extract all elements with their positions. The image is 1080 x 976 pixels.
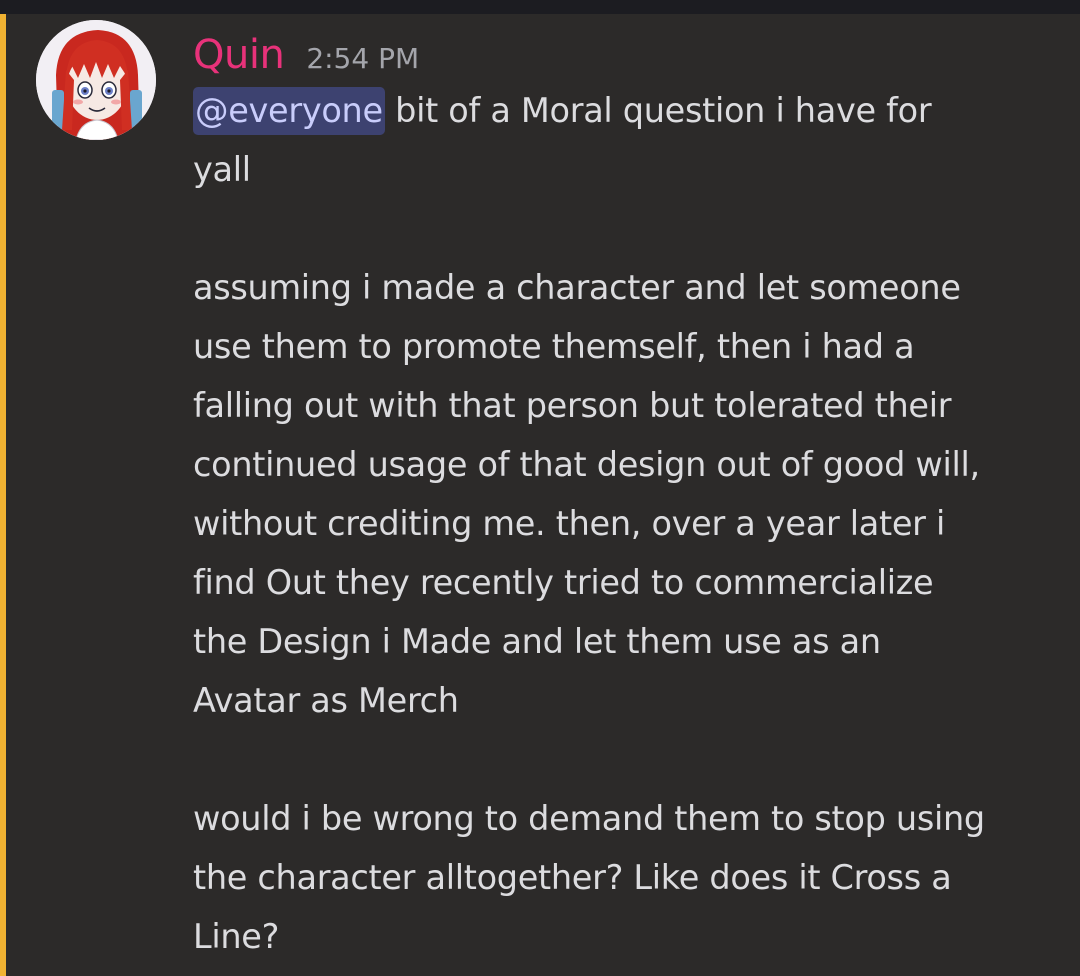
- mention-highlight-bar: [0, 14, 6, 976]
- message-line: assuming i made a character and let some…: [193, 268, 961, 307]
- message-line: Avatar as Merch: [193, 681, 459, 720]
- message-line: without crediting me. then, over a year …: [193, 504, 945, 543]
- message-content: @everyone bit of a Moral question i have…: [193, 81, 1058, 966]
- author-name[interactable]: Quin: [193, 32, 285, 78]
- message-line: Line?: [193, 917, 280, 956]
- message-line: use them to promote themself, then i had…: [193, 327, 915, 366]
- chat-view: Quin 2:54 PM @everyone bit of a Moral qu…: [0, 0, 1080, 976]
- avatar-illustration-icon: [36, 20, 156, 140]
- message-line: the character alltogether? Like does it …: [193, 858, 952, 897]
- everyone-mention[interactable]: @everyone: [193, 87, 385, 135]
- message-line: @everyone bit of a Moral question i have…: [193, 81, 1058, 140]
- message-line: continued usage of that design out of go…: [193, 445, 980, 484]
- user-avatar[interactable]: [36, 20, 156, 140]
- message-line: falling out with that person but tolerat…: [193, 386, 952, 425]
- message-line: would i be wrong to demand them to stop …: [193, 799, 985, 838]
- message-line: yall: [193, 150, 251, 189]
- message-item[interactable]: Quin 2:54 PM @everyone bit of a Moral qu…: [0, 14, 1080, 976]
- message-timestamp[interactable]: 2:54 PM: [306, 42, 419, 75]
- message-header: Quin 2:54 PM: [193, 32, 419, 84]
- top-divider: [0, 0, 1080, 14]
- message-line: find Out they recently tried to commerci…: [193, 563, 934, 602]
- message-line: the Design i Made and let them use as an: [193, 622, 881, 661]
- message-line-text: bit of a Moral question i have for: [384, 91, 932, 130]
